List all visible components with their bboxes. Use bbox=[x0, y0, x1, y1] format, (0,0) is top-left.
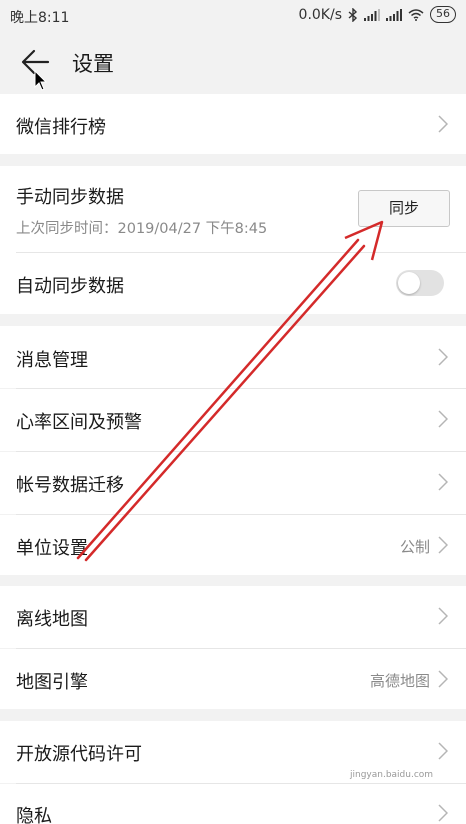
chevron-right-icon bbox=[438, 742, 448, 760]
signal-icon bbox=[386, 8, 402, 21]
chevron-right-icon bbox=[438, 473, 448, 491]
row-label: 开放源代码许可 bbox=[16, 744, 142, 765]
status-icons: 0.0K/s 56 bbox=[299, 6, 456, 23]
chevron-right-icon bbox=[438, 348, 448, 366]
status-bar: 晚上8:11 0.0K/s 56 bbox=[0, 0, 466, 32]
row-label: 地图引擎 bbox=[16, 672, 88, 693]
row-map-engine[interactable]: 地图引擎 高德地图 bbox=[0, 649, 466, 709]
row-label: 自动同步数据 bbox=[16, 276, 124, 297]
chevron-right-icon bbox=[438, 804, 448, 822]
wifi-icon bbox=[408, 8, 424, 21]
row-offline-map[interactable]: 离线地图 bbox=[0, 586, 466, 648]
status-time: 晚上8:11 bbox=[10, 10, 70, 26]
page-title: 设置 bbox=[72, 52, 114, 76]
chevron-right-icon bbox=[438, 607, 448, 625]
row-label: 手动同步数据 bbox=[16, 187, 124, 208]
chevron-right-icon bbox=[438, 115, 448, 133]
sync-button[interactable]: 同步 bbox=[358, 190, 450, 227]
row-account-migrate[interactable]: 帐号数据迁移 bbox=[0, 452, 466, 514]
row-messages[interactable]: 消息管理 bbox=[0, 326, 466, 388]
row-label: 微信排行榜 bbox=[16, 117, 106, 138]
battery-icon: 56 bbox=[430, 6, 456, 23]
bluetooth-icon bbox=[348, 7, 358, 22]
map-engine-value: 高德地图 bbox=[369, 672, 430, 690]
row-label: 心率区间及预警 bbox=[16, 412, 142, 433]
auto-sync-toggle[interactable] bbox=[396, 270, 444, 296]
toggle-knob bbox=[398, 272, 420, 294]
row-label: 隐私 bbox=[16, 806, 52, 824]
watermark: jingyan.baidu.com bbox=[350, 770, 434, 780]
last-sync-time: 上次同步时间：2019/04/27 下午8:45 bbox=[16, 221, 268, 237]
row-label: 消息管理 bbox=[16, 350, 88, 371]
row-label: 单位设置 bbox=[16, 538, 88, 559]
chevron-right-icon bbox=[438, 670, 448, 688]
chevron-right-icon bbox=[438, 410, 448, 428]
row-label: 帐号数据迁移 bbox=[16, 475, 124, 496]
cursor-icon bbox=[34, 70, 48, 91]
units-value: 公制 bbox=[399, 538, 430, 556]
row-label: 离线地图 bbox=[16, 609, 88, 630]
network-speed: 0.0K/s bbox=[298, 6, 342, 23]
chevron-right-icon bbox=[438, 536, 448, 554]
row-privacy[interactable]: 隐私 bbox=[0, 784, 466, 824]
row-heart-rate[interactable]: 心率区间及预警 bbox=[0, 389, 466, 451]
row-units[interactable]: 单位设置 公制 bbox=[0, 515, 466, 575]
signal-icon bbox=[364, 8, 380, 21]
row-wechat-rank[interactable]: 微信排行榜 bbox=[0, 94, 466, 154]
header: 设置 bbox=[0, 32, 466, 92]
